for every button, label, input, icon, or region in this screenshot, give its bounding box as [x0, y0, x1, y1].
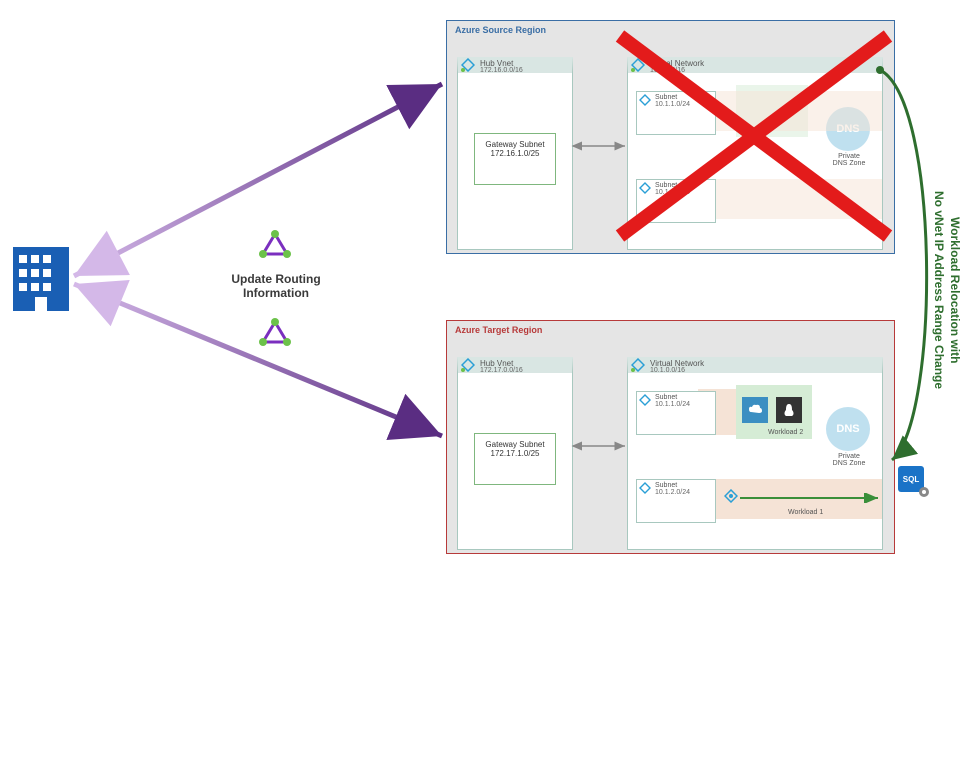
update-routing-label: Update RoutingInformation	[186, 272, 366, 300]
target-region-title: Azure Target Region	[455, 325, 542, 335]
bgp-icon	[261, 320, 289, 346]
bgp-icon	[261, 232, 289, 258]
onprem-building-icon	[13, 247, 69, 311]
relocation-text-line2: No vNet IP Address Range Change	[932, 140, 946, 440]
source-region-title: Azure Source Region	[455, 25, 546, 35]
source-removed-x-icon	[610, 26, 898, 246]
arrow-onprem-to-target	[70, 280, 446, 480]
target-spoke-vnet: Virtual Network 10.1.0.0/16 DNS PrivateD…	[627, 357, 883, 550]
target-subnet-2: Subnet10.1.2.0/24	[636, 479, 716, 523]
target-subnet-1: Subnet10.1.1.0/24	[636, 391, 716, 435]
private-dns-label: PrivateDNS Zone	[824, 453, 874, 467]
source-hub-vnet: Hub Vnet 172.16.0.0/16 Gateway Subnet172…	[457, 57, 573, 250]
cloud-vm-icon	[742, 397, 768, 423]
target-hub-vnet: Hub Vnet 172.17.0.0/16 Gateway Subnet172…	[457, 357, 573, 550]
target-gateway-subnet: Gateway Subnet172.17.1.0/25	[474, 433, 556, 485]
vnet-icon	[631, 358, 645, 372]
azure-target-region: Azure Target Region Hub Vnet 172.17.0.0/…	[446, 320, 895, 554]
source-gateway-subnet: Gateway Subnet172.16.1.0/25	[474, 133, 556, 185]
vnet-icon	[461, 58, 475, 72]
subnet-icon	[639, 482, 651, 494]
relocation-text-line1: Workload Relocation with	[948, 140, 962, 440]
private-dns-icon: DNS	[826, 407, 870, 451]
arrow-onprem-to-source	[70, 80, 446, 280]
linux-vm-icon	[776, 397, 802, 423]
vnet-icon	[461, 358, 475, 372]
target-workload1-arrow	[740, 493, 880, 503]
subnet-icon	[639, 394, 651, 406]
target-workload2-label: Workload 2	[768, 429, 803, 436]
sql-gear-icon	[918, 486, 930, 498]
target-workload1-label: Workload 1	[788, 509, 823, 516]
private-endpoint-icon	[724, 489, 738, 503]
target-peering-arrow	[571, 439, 627, 453]
